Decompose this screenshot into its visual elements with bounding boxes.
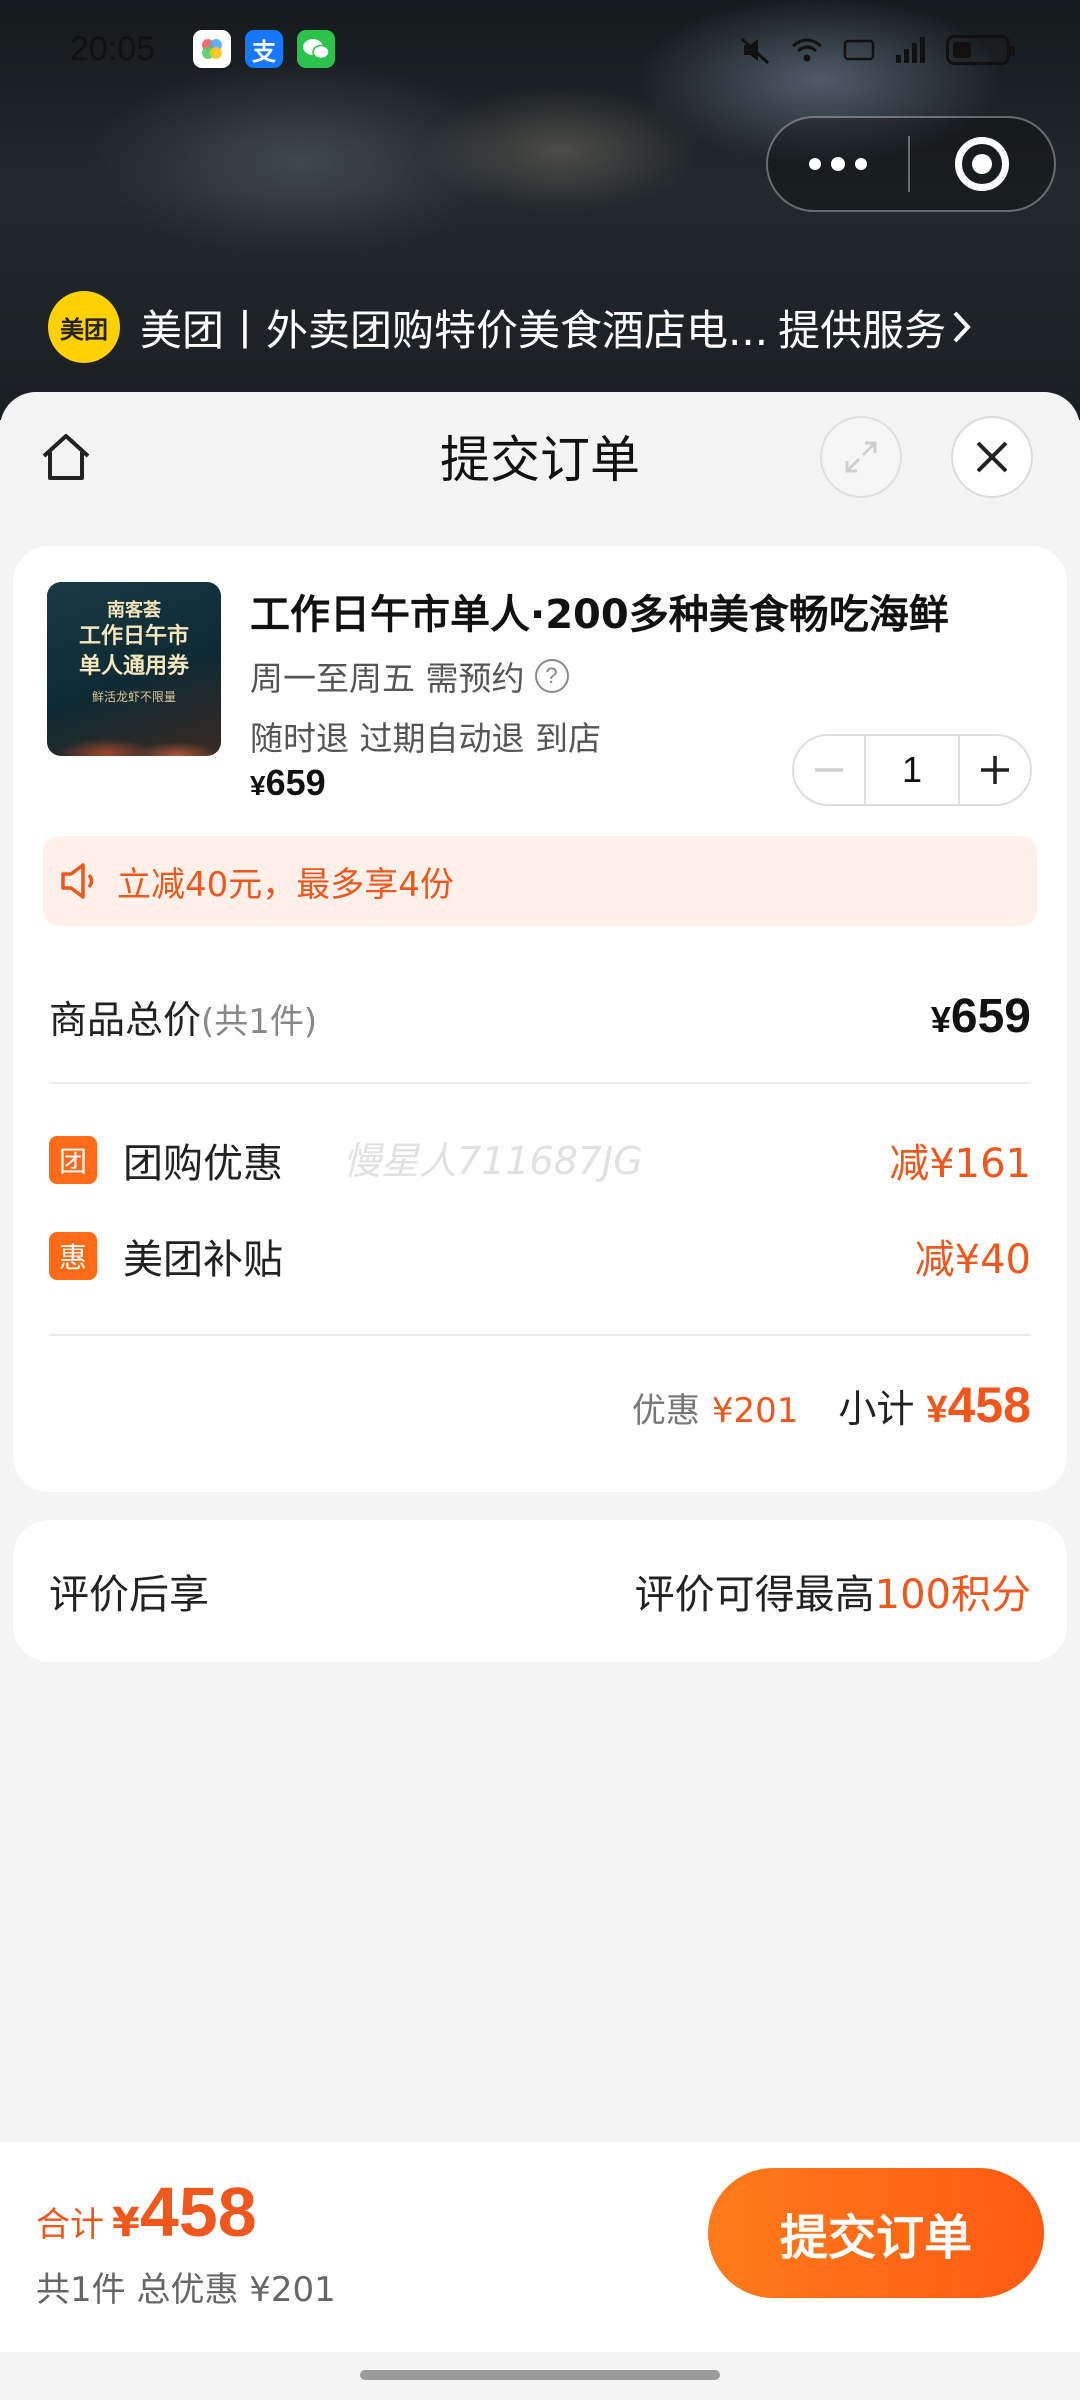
discount-total-label: 优惠 bbox=[631, 1391, 700, 1431]
expand-icon bbox=[845, 441, 877, 473]
checkout-bar: 合计 ¥ 458 共1件 总优惠 ¥201 提交订单 bbox=[0, 2142, 1080, 2352]
grand-total-symbol: ¥ bbox=[112, 2200, 140, 2246]
discount-row: 惠 美团补贴 减¥40 bbox=[49, 1226, 1031, 1286]
target-icon bbox=[955, 137, 1009, 191]
goods-total-amount: 659 bbox=[950, 989, 1031, 1043]
provider-name: 美团丨外卖团购特价美食酒店电... bbox=[140, 305, 769, 355]
increase-button[interactable] bbox=[960, 736, 1030, 804]
schedule-text: 周一至周五 需预约 bbox=[250, 659, 525, 698]
price-value: 659 bbox=[265, 762, 326, 803]
product-policy: 随时退 过期自动退 到店 bbox=[250, 719, 601, 758]
wechat-app-icon bbox=[297, 30, 335, 68]
subtotal-label: 小计 bbox=[838, 1387, 915, 1431]
battery-icon bbox=[946, 35, 1015, 65]
provider-service-label: 提供服务 bbox=[778, 305, 947, 355]
goods-total-row: 商品总价(共1件) ¥659 bbox=[49, 986, 1031, 1046]
grand-total-value: 458 bbox=[139, 2173, 257, 2251]
mute-icon bbox=[740, 37, 770, 65]
group-buy-tag-icon: 团 bbox=[49, 1136, 97, 1184]
discount-label: 美团补贴 bbox=[123, 1237, 283, 1283]
home-indicator[interactable] bbox=[360, 2370, 720, 2380]
product-price: ¥659 bbox=[250, 762, 326, 804]
page-title: 提交订单 bbox=[440, 431, 640, 489]
close-icon bbox=[976, 441, 1008, 473]
goods-count: (共1件) bbox=[201, 1001, 318, 1042]
review-reward-text: 评价可得最高 bbox=[634, 1572, 875, 1618]
product-schedule: 周一至周五 需预约 ? bbox=[250, 652, 569, 700]
review-reward: 评价可得最高100积分 bbox=[635, 1562, 1031, 1620]
divider bbox=[49, 1334, 1031, 1336]
discount-value: 减¥161 bbox=[889, 1141, 1031, 1187]
order-card: 南客荟 工作日午市 单人通用券 鲜活龙虾不限量 工作日午市单人·200多种美食畅… bbox=[13, 546, 1067, 1492]
quantity-value[interactable]: 1 bbox=[864, 736, 960, 804]
discount-value: 减¥40 bbox=[914, 1237, 1031, 1283]
signal-icon bbox=[896, 37, 925, 63]
review-row: 评价后享 评价可得最高100积分 bbox=[49, 1520, 1031, 1662]
speaker-icon bbox=[61, 863, 94, 899]
thumb-sub: 鲜活龙虾不限量 bbox=[91, 690, 176, 704]
goods-total-text: 商品总价 bbox=[49, 997, 202, 1042]
status-bar: 20:05 支 bbox=[0, 0, 1080, 100]
review-reward-card[interactable]: 评价后享 评价可得最高100积分 bbox=[13, 1520, 1067, 1662]
subtotal-amount: 458 bbox=[947, 1377, 1031, 1433]
meituan-logo: 美团 bbox=[48, 291, 120, 363]
product-thumbnail[interactable]: 南客荟 工作日午市 单人通用券 鲜活龙虾不限量 bbox=[47, 582, 221, 756]
order-sheet: 提交订单 南客荟 工作日午市 单人通用券 鲜活龙虾不限量 工作日午市单人·200… bbox=[0, 392, 1080, 2400]
decrease-button[interactable] bbox=[794, 736, 864, 804]
thumb-brand: 南客荟 bbox=[107, 600, 161, 621]
discount-row: 团 团购优惠 减¥161 bbox=[49, 1130, 1031, 1190]
thumb-line-1: 工作日午市 bbox=[78, 624, 189, 649]
grand-total-summary: 共1件 总优惠 ¥201 bbox=[36, 2270, 336, 2310]
subtotal-row: 优惠 ¥201 小计 ¥458 bbox=[632, 1376, 1031, 1456]
thumb-seafood-image bbox=[47, 714, 221, 756]
status-icons bbox=[738, 28, 1015, 72]
submit-order-button[interactable]: 提交订单 bbox=[708, 2168, 1044, 2298]
review-label: 评价后享 bbox=[49, 1572, 209, 1618]
review-points: 100积分 bbox=[874, 1572, 1031, 1618]
discount-label: 团购优惠 bbox=[123, 1141, 283, 1187]
minus-icon bbox=[815, 768, 843, 772]
divider bbox=[49, 1082, 1031, 1084]
status-time: 20:05 bbox=[70, 30, 156, 68]
exit-mini-program-button[interactable] bbox=[910, 116, 1054, 212]
subtotal-symbol: ¥ bbox=[926, 1389, 948, 1431]
mini-program-capsule bbox=[766, 116, 1056, 212]
thumb-line-2: 单人通用券 bbox=[78, 654, 189, 679]
discount-left: 团 团购优惠 bbox=[49, 1131, 283, 1189]
help-icon[interactable]: ? bbox=[534, 659, 569, 693]
goods-total-label: 商品总价(共1件) bbox=[49, 989, 317, 1044]
subtotal-value: ¥458 bbox=[926, 1376, 1031, 1434]
wifi-icon bbox=[792, 38, 822, 62]
discount-total-value: ¥201 bbox=[711, 1391, 799, 1431]
alipay-app-icon: 支 bbox=[245, 30, 283, 68]
close-button[interactable] bbox=[951, 416, 1033, 498]
promo-text: 立减40元，最多享4份 bbox=[117, 864, 454, 905]
goods-total-value: ¥659 bbox=[931, 989, 1031, 1044]
subsidy-tag-icon: 惠 bbox=[49, 1232, 97, 1280]
promo-banner: 立减40元，最多享4份 bbox=[43, 836, 1037, 926]
discount-left: 惠 美团补贴 bbox=[49, 1227, 283, 1285]
quantity-stepper: 1 bbox=[792, 734, 1032, 806]
more-icon[interactable] bbox=[768, 116, 908, 212]
product-title: 工作日午市单人·200多种美食畅吃海鲜 bbox=[250, 592, 949, 638]
goods-total-symbol: ¥ bbox=[930, 998, 951, 1040]
expand-button[interactable] bbox=[820, 416, 902, 498]
grand-total-label: 合计 bbox=[36, 2205, 104, 2245]
service-provider-row[interactable]: 美团 美团丨外卖团购特价美食酒店电... 提供服务 bbox=[48, 290, 974, 364]
photos-app-icon bbox=[193, 30, 231, 68]
price-symbol: ¥ bbox=[250, 770, 266, 801]
hd-icon bbox=[843, 39, 875, 61]
grand-total: 合计 ¥ 458 bbox=[36, 2172, 257, 2252]
chevron-right-icon bbox=[953, 311, 971, 343]
plus-icon bbox=[981, 756, 1009, 784]
